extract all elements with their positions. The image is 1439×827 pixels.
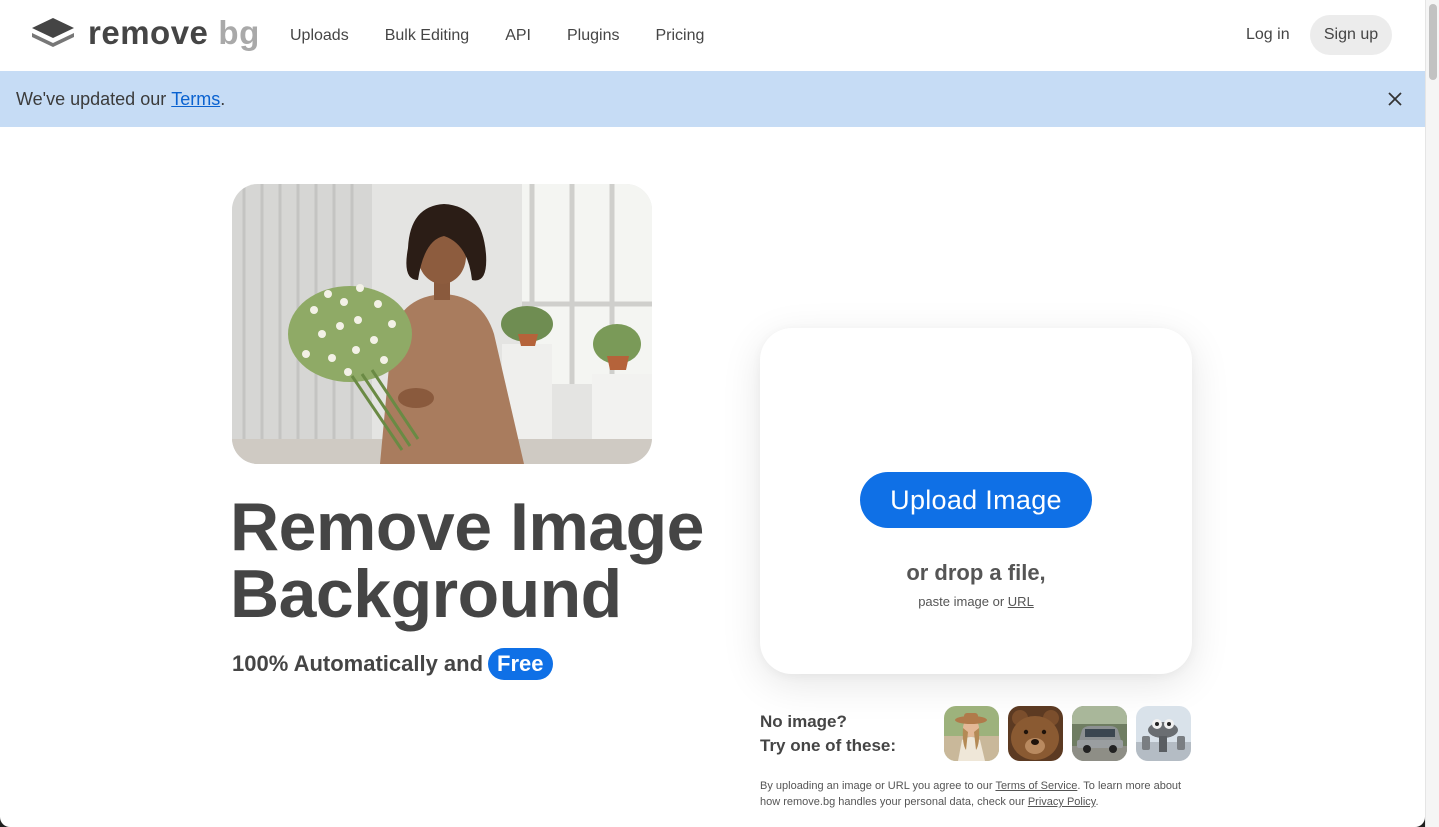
headline-line-2: Background bbox=[230, 556, 622, 632]
bear-thumbnail bbox=[1008, 706, 1063, 761]
no-image-line-2: Try one of these: bbox=[760, 736, 897, 755]
sample-images bbox=[944, 706, 1191, 761]
figurine-thumbnail bbox=[1136, 706, 1191, 761]
logo-layers-icon bbox=[32, 18, 74, 47]
legal-text-1: By uploading an image or URL you agree t… bbox=[760, 780, 996, 792]
terms-banner: We've updated our Terms. bbox=[0, 71, 1425, 127]
logo-word-bg: bg bbox=[218, 14, 260, 51]
nav-uploads[interactable]: Uploads bbox=[272, 24, 367, 48]
sample-image-woman[interactable] bbox=[944, 706, 999, 761]
page: remove bg Uploads Bulk Editing API Plugin… bbox=[0, 0, 1425, 827]
hero-photo-illustration bbox=[232, 184, 652, 464]
no-image-prompt: No image? Try one of these: bbox=[760, 710, 896, 758]
nav-api[interactable]: API bbox=[487, 24, 549, 48]
url-link[interactable]: URL bbox=[1008, 594, 1034, 609]
site-header: remove bg Uploads Bulk Editing API Plugin… bbox=[0, 0, 1425, 70]
banner-period: . bbox=[220, 88, 226, 109]
logo-text: remove bg bbox=[88, 16, 260, 50]
headline-line-1: Remove Image bbox=[230, 489, 704, 565]
upload-image-button[interactable]: Upload Image bbox=[860, 472, 1092, 528]
scrollbar-thumb[interactable] bbox=[1429, 4, 1437, 80]
main-nav: Uploads Bulk Editing API Plugins Pricing bbox=[272, 24, 722, 48]
legal-notice: By uploading an image or URL you agree t… bbox=[760, 778, 1190, 810]
close-icon[interactable] bbox=[1385, 89, 1405, 109]
upload-card[interactable]: Upload Image or drop a file, paste image… bbox=[760, 328, 1192, 674]
sample-image-figurine[interactable] bbox=[1136, 706, 1191, 761]
hero-photo bbox=[232, 184, 652, 464]
no-image-line-1: No image? bbox=[760, 712, 847, 731]
nav-pricing[interactable]: Pricing bbox=[637, 24, 722, 48]
car-thumbnail bbox=[1072, 706, 1127, 761]
paste-label: paste image or bbox=[918, 594, 1008, 609]
signup-button[interactable]: Sign up bbox=[1310, 15, 1392, 55]
page-scrollbar[interactable] bbox=[1425, 0, 1439, 827]
terms-of-service-link[interactable]: Terms of Service bbox=[995, 780, 1077, 792]
nav-bulk-editing[interactable]: Bulk Editing bbox=[367, 24, 488, 48]
sample-image-bear[interactable] bbox=[1008, 706, 1063, 761]
drop-file-text: or drop a file, bbox=[906, 560, 1046, 585]
logo-word-remove: remove bbox=[88, 14, 209, 51]
free-badge: Free bbox=[488, 648, 553, 680]
sample-image-car[interactable] bbox=[1072, 706, 1127, 761]
hero-subline: 100% Automatically and Free bbox=[232, 648, 553, 680]
login-link[interactable]: Log in bbox=[1232, 25, 1304, 45]
hero-headline: Remove Image Background bbox=[230, 489, 750, 632]
legal-text-3: . bbox=[1095, 796, 1099, 808]
privacy-policy-link[interactable]: Privacy Policy bbox=[1028, 796, 1096, 808]
paste-text: paste image or URL bbox=[760, 594, 1192, 609]
logo[interactable]: remove bg bbox=[30, 16, 260, 50]
banner-terms-link[interactable]: Terms bbox=[171, 89, 220, 110]
nav-plugins[interactable]: Plugins bbox=[549, 24, 637, 48]
subline-text: 100% Automatically and bbox=[232, 651, 484, 676]
woman-with-hat-thumbnail bbox=[944, 706, 999, 761]
banner-text: We've updated our bbox=[16, 88, 167, 109]
